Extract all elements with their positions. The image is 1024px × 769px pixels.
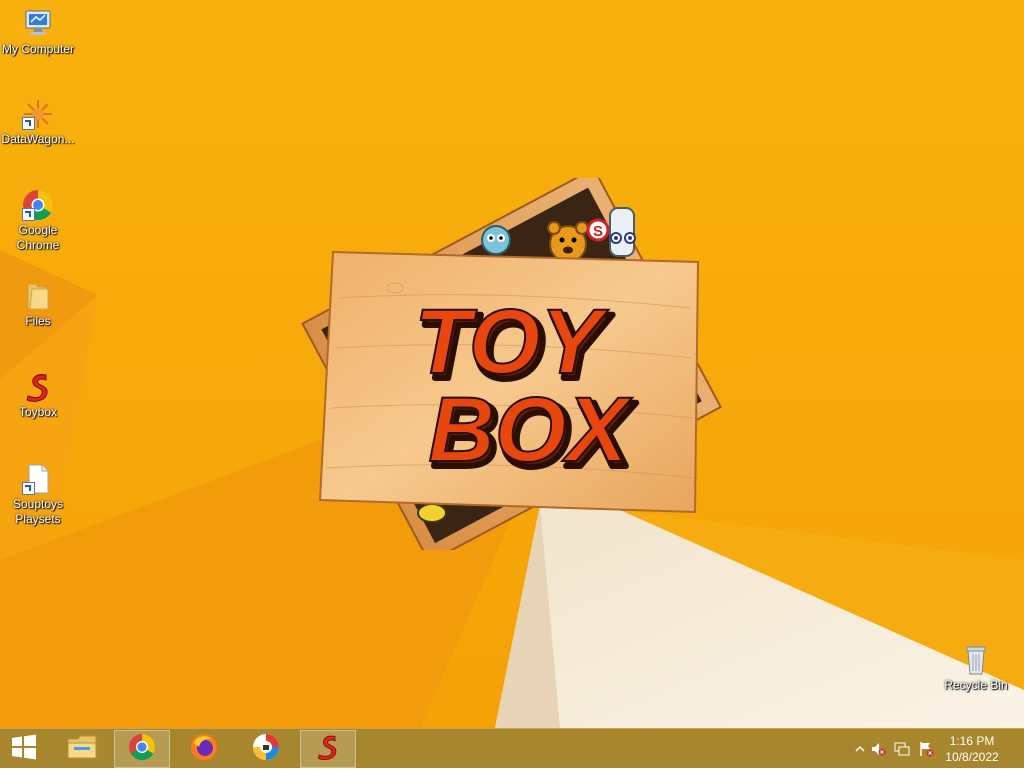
network-icon[interactable] <box>894 741 910 757</box>
souptoys-icon <box>22 371 54 403</box>
taskbar-chrome[interactable] <box>114 730 170 768</box>
toybox-title: TOY TOY BOX BOX <box>413 290 639 489</box>
taskbar-file-explorer[interactable] <box>54 730 110 768</box>
taskbar-firefox[interactable] <box>176 730 232 768</box>
shortcut-arrow-icon <box>22 482 35 495</box>
volume-muted-icon[interactable] <box>870 741 886 757</box>
desktop-icon-label: Recycle Bin <box>944 678 1008 692</box>
desktop-icon-label: My Computer <box>1 42 75 56</box>
chrome-icon <box>22 189 54 221</box>
desktop-icon-datawagon[interactable]: DataWagon... <box>0 98 76 147</box>
desktop-icon-label: Files <box>25 314 51 328</box>
brand-s-mark: S <box>593 223 603 240</box>
recycle-bin-icon <box>960 644 992 676</box>
clock-time: 1:16 PM <box>949 734 995 748</box>
document-icon <box>22 463 54 495</box>
desktop-icon-souptoys-playsets[interactable]: Souptoys Playsets <box>0 463 76 527</box>
desktop-icon-label: DataWagon... <box>1 132 75 146</box>
shortcut-arrow-icon <box>22 117 35 130</box>
box-text: BOX <box>428 379 632 481</box>
desktop-icon-label: Toybox <box>18 405 58 419</box>
windows-start-icon <box>10 733 38 766</box>
desktop-icon-my-computer[interactable]: My Computer <box>0 8 76 57</box>
system-tray: 1:16 PM 10/8/2022 <box>844 729 1024 769</box>
folder-icon <box>22 280 54 312</box>
computer-icon <box>22 8 54 40</box>
desktop-icon-recycle-bin[interactable]: Recycle Bin <box>938 644 1014 693</box>
desktop-icon-files[interactable]: Files <box>0 280 76 329</box>
desktop-icon-label: Google Chrome <box>16 223 60 252</box>
toy-text: TOY <box>414 291 609 393</box>
taskbar-clock[interactable]: 1:16 PM 10/8/2022 <box>942 733 1002 765</box>
firefox-icon <box>190 733 218 766</box>
datawagon-icon <box>22 98 54 130</box>
desktop-icon-google-chrome[interactable]: Google Chrome <box>0 189 76 253</box>
desktop[interactable]: My Computer DataWagon... Google Chrome F… <box>0 0 1024 728</box>
action-center-flag-icon[interactable] <box>918 741 934 757</box>
toybox-splash[interactable]: S TOY TOY BOX BOX <box>300 167 726 564</box>
desktop-icon-toybox[interactable]: Toybox <box>0 371 76 420</box>
souptoys-icon <box>314 733 342 766</box>
clock-date: 10/8/2022 <box>945 750 999 764</box>
taskbar: 1:16 PM 10/8/2022 <box>0 728 1024 768</box>
chrome-icon <box>128 733 156 766</box>
show-hidden-icons-chevron-icon[interactable] <box>852 741 868 757</box>
taskbar-toybox[interactable] <box>300 730 356 768</box>
desktop-icon-label: Souptoys Playsets <box>12 497 64 526</box>
start-button[interactable] <box>0 730 48 768</box>
lock-app-icon <box>252 733 280 766</box>
shortcut-arrow-icon <box>22 208 35 221</box>
taskbar-vpn-app[interactable] <box>238 730 294 768</box>
folder-icon <box>66 733 98 766</box>
